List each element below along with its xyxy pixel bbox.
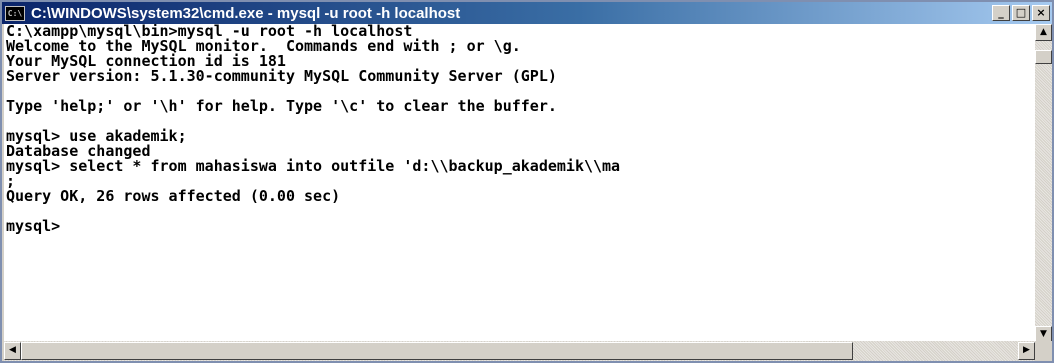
scrollbar-corner bbox=[1035, 341, 1052, 361]
console-icon[interactable]: C:\ bbox=[5, 5, 25, 21]
cmd-window: C:\ C:\WINDOWS\system32\cmd.exe - mysql … bbox=[0, 0, 1054, 363]
console-output[interactable]: C:\xampp\mysql\bin>mysql -u root -h loca… bbox=[4, 24, 1035, 343]
close-button[interactable]: × bbox=[1032, 5, 1050, 21]
vertical-scrollbar[interactable]: ▲ ▼ bbox=[1035, 24, 1052, 343]
console-line: mysql> use akademik; bbox=[6, 127, 187, 145]
minimize-button[interactable]: _ bbox=[992, 5, 1010, 21]
console-prompt[interactable]: mysql> bbox=[4, 219, 1035, 234]
scroll-up-button[interactable]: ▲ bbox=[1035, 24, 1052, 41]
window-controls: _ □ × bbox=[992, 5, 1050, 21]
horizontal-scroll-thumb[interactable] bbox=[21, 342, 853, 360]
scroll-right-button[interactable]: ▶ bbox=[1018, 342, 1035, 360]
scroll-left-button[interactable]: ◀ bbox=[4, 342, 21, 360]
maximize-button[interactable]: □ bbox=[1012, 5, 1030, 21]
console-line: mysql> select * from mahasiswa into outf… bbox=[6, 157, 621, 175]
horizontal-scrollbar[interactable]: ◀ ▶ bbox=[4, 341, 1035, 361]
console-line: Type 'help;' or '\h' for help. Type '\c'… bbox=[6, 97, 557, 115]
console-line: Query OK, 26 rows affected (0.00 sec) bbox=[6, 187, 341, 205]
window-title: C:\WINDOWS\system32\cmd.exe - mysql -u r… bbox=[31, 4, 461, 22]
vertical-scroll-thumb[interactable] bbox=[1035, 50, 1052, 64]
console-line: Server version: 5.1.30-community MySQL C… bbox=[6, 67, 557, 85]
title-bar[interactable]: C:\ C:\WINDOWS\system32\cmd.exe - mysql … bbox=[2, 2, 1052, 24]
